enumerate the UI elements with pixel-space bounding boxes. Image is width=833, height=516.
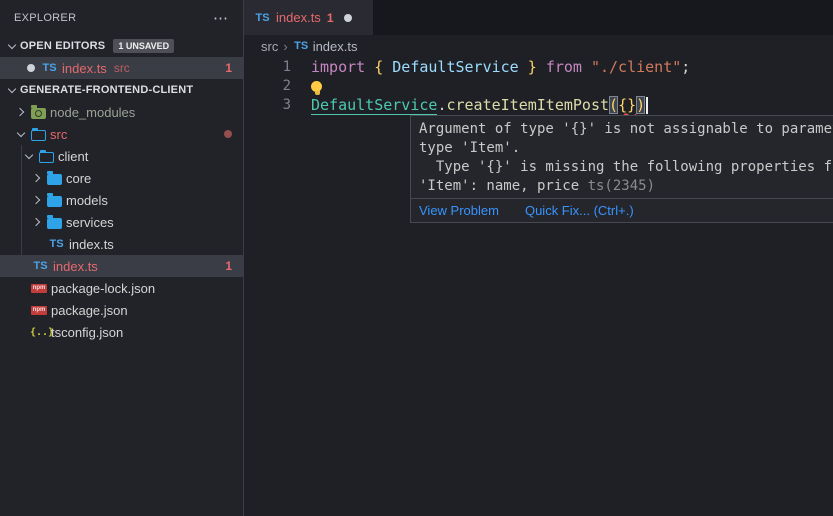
unsaved-dot-icon[interactable]	[344, 14, 352, 22]
folder-icon	[47, 218, 62, 229]
code-line-3[interactable]: DefaultService.createItemItemPost({})	[311, 96, 648, 115]
tree-item-node-modules[interactable]: node_modules	[0, 101, 243, 123]
editor-tab-bar: TS index.ts 1	[244, 0, 833, 35]
chevron-right-icon	[29, 192, 45, 208]
view-problem-link[interactable]: View Problem	[419, 203, 499, 218]
line-number: 2	[244, 77, 291, 96]
tree-item-tsconfig-json[interactable]: {..} tsconfig.json	[0, 321, 243, 343]
tree-item-label: client	[58, 149, 88, 164]
error-hover-tooltip: Argument of type '{}' is not assignable …	[410, 115, 833, 223]
typescript-file-icon: TS	[41, 62, 58, 74]
unsaved-dot-icon	[27, 64, 35, 72]
chevron-down-icon	[4, 38, 20, 54]
tree-item-label: models	[66, 193, 108, 208]
hover-actions-bar: View Problem Quick Fix... (Ctrl+.)	[411, 198, 833, 222]
folder-icon	[47, 174, 62, 185]
chevron-down-icon	[4, 82, 20, 98]
explorer-sidebar: EXPLORER ⋯ OPEN EDITORS 1 UNSAVED TS ind…	[0, 0, 243, 516]
tree-item-services[interactable]: services	[0, 211, 243, 233]
tree-item-label: src	[50, 127, 67, 142]
tree-item-label: index.ts	[69, 237, 114, 252]
explorer-title: EXPLORER	[14, 12, 76, 24]
error-object-token: {}	[618, 96, 636, 114]
tree-item-label: services	[66, 215, 114, 230]
open-editors-header[interactable]: OPEN EDITORS 1 UNSAVED	[0, 35, 243, 57]
tree-item-label: package.json	[51, 303, 128, 318]
tree-item-package-lock-json[interactable]: npm package-lock.json	[0, 277, 243, 299]
function-token: createItemItemPost	[446, 96, 609, 114]
code-line-1[interactable]: import { DefaultService } from "./client…	[311, 58, 690, 77]
identifier-token: DefaultService	[392, 58, 518, 76]
tree-item-label: core	[66, 171, 91, 186]
sidebar-title-bar: EXPLORER ⋯	[0, 0, 243, 35]
modified-dot-icon	[224, 130, 232, 138]
chevron-right-icon	[29, 170, 45, 186]
json-braces-icon: {..}	[30, 327, 47, 338]
text-cursor	[646, 97, 648, 114]
string-token: "./client"	[591, 58, 681, 76]
open-editor-item-index-ts[interactable]: TS index.ts src 1	[0, 57, 243, 79]
open-editor-filename: index.ts	[62, 61, 107, 76]
punctuation-token: ;	[681, 58, 690, 76]
folder-open-icon	[39, 152, 54, 163]
error-message: Argument of type '{}' is not assignable …	[411, 116, 833, 198]
project-section-header[interactable]: GENERATE-FRONTEND-CLIENT	[0, 79, 243, 101]
folder-open-icon	[31, 130, 46, 141]
tree-item-label: tsconfig.json	[51, 325, 123, 340]
open-editor-folder-desc: src	[114, 61, 130, 75]
tree-item-core[interactable]: core	[0, 167, 243, 189]
folder-icon	[47, 196, 62, 207]
typescript-file-icon: TS	[32, 260, 49, 272]
error-count-badge: 1	[225, 61, 232, 75]
chevron-down-icon	[13, 126, 29, 142]
typescript-file-icon: TS	[48, 238, 65, 250]
open-paren-token: (	[609, 96, 618, 114]
breadcrumb: src › TS index.ts	[244, 35, 833, 57]
npm-file-icon: npm	[31, 306, 47, 315]
line-number: 1	[244, 58, 291, 77]
tree-item-client[interactable]: client	[0, 145, 243, 167]
tree-item-label: package-lock.json	[51, 281, 155, 296]
error-message-line: Type '{}' is missing the following prope…	[419, 159, 833, 175]
tab-filename: index.ts	[276, 10, 321, 25]
quick-fix-lightbulb-icon[interactable]	[311, 81, 323, 96]
error-code-ref: ts(2345)	[588, 178, 655, 194]
npm-file-icon: npm	[31, 284, 47, 293]
more-actions-icon[interactable]: ⋯	[213, 9, 229, 27]
unsaved-badge: 1 UNSAVED	[113, 39, 174, 53]
typescript-file-icon: TS	[254, 12, 271, 24]
line-number: 3	[244, 96, 291, 115]
breadcrumb-file[interactable]: index.ts	[313, 39, 358, 54]
brace-token: }	[519, 58, 546, 76]
keyword-token: import	[311, 58, 374, 76]
chevron-down-icon	[21, 148, 37, 164]
error-message-line: type 'Item'.	[419, 140, 520, 156]
close-paren-token: )	[636, 96, 645, 114]
typescript-file-icon: TS	[293, 40, 310, 52]
chevron-separator-icon: ›	[283, 39, 287, 54]
tree-item-models[interactable]: models	[0, 189, 243, 211]
error-count-badge: 1	[225, 259, 232, 273]
tree-item-src[interactable]: src	[0, 123, 243, 145]
node-modules-folder-icon	[31, 108, 46, 119]
brace-token: {	[374, 58, 392, 76]
vscode-window: EXPLORER ⋯ OPEN EDITORS 1 UNSAVED TS ind…	[0, 0, 833, 516]
project-name-label: GENERATE-FRONTEND-CLIENT	[20, 84, 193, 96]
error-message-line: Argument of type '{}' is not assignable …	[419, 121, 833, 137]
tab-index-ts[interactable]: TS index.ts 1	[244, 0, 373, 35]
error-message-line: 'Item': name, price	[419, 178, 588, 194]
tree-item-client-index-ts[interactable]: TS index.ts	[0, 233, 243, 255]
breadcrumb-folder[interactable]: src	[261, 39, 278, 54]
chevron-right-icon	[13, 104, 29, 120]
quick-fix-link[interactable]: Quick Fix... (Ctrl+.)	[525, 203, 634, 218]
tab-error-count: 1	[327, 11, 334, 25]
keyword-token: from	[546, 58, 591, 76]
chevron-right-icon	[29, 214, 45, 230]
tree-item-package-json[interactable]: npm package.json	[0, 299, 243, 321]
tree-item-src-index-ts[interactable]: TS index.ts 1	[0, 255, 243, 277]
tree-item-label: index.ts	[53, 259, 98, 274]
class-token: DefaultService	[311, 96, 437, 115]
tree-item-label: node_modules	[50, 105, 135, 120]
open-editors-label: OPEN EDITORS	[20, 40, 105, 52]
